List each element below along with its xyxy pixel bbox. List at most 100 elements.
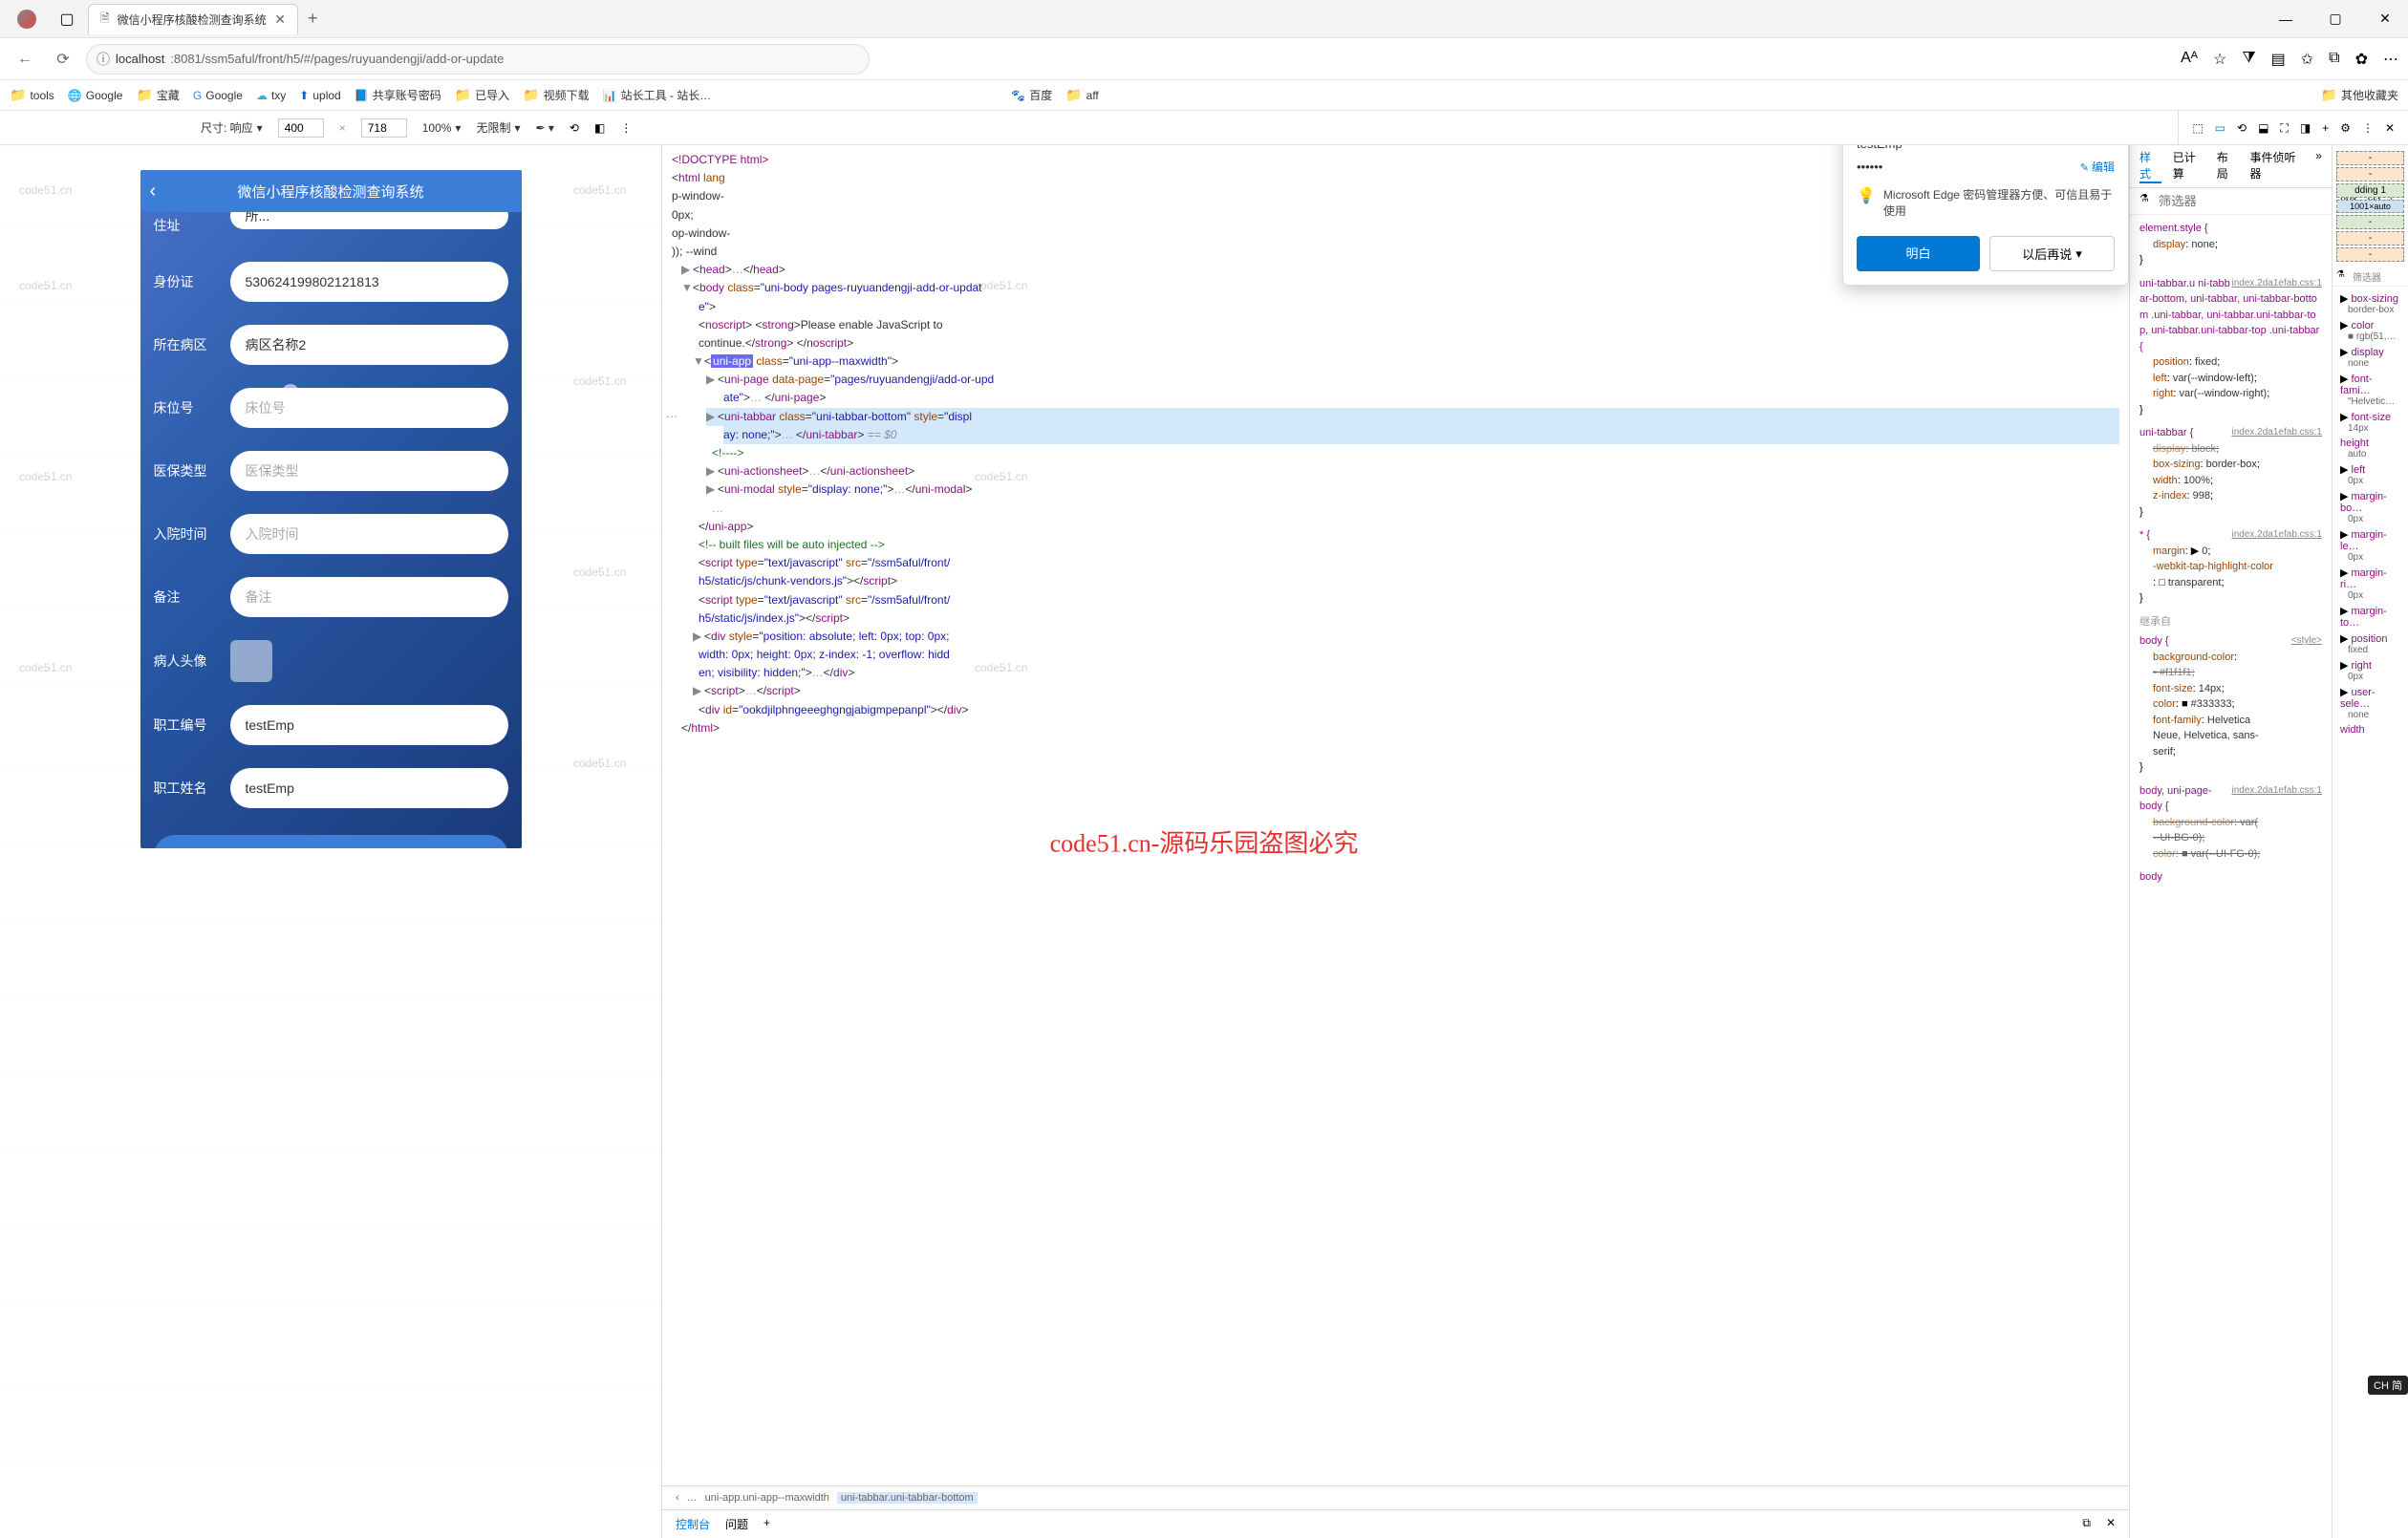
bm-other[interactable]: 📁其他收藏夹 — [2321, 87, 2398, 103]
input-dizhi[interactable]: 所... — [230, 212, 508, 229]
phone-body[interactable]: 住址 所... 身份证 530624199802121813 所在病区 病区名称… — [140, 212, 522, 848]
dt-zoom-dropdown[interactable]: 100% ▾ — [422, 121, 462, 135]
input-yibao[interactable]: 医保类型 — [230, 451, 508, 491]
css-link[interactable]: index.2da1efab.css:1 — [2231, 425, 2322, 439]
input-ruyuan[interactable]: 入院时间 — [230, 514, 508, 554]
bm-zhanzhang[interactable]: 📊站长工具 - 站长… — [603, 87, 712, 103]
styles-tab-computed[interactable]: 已计算 — [2173, 149, 2205, 183]
dt-width-input[interactable] — [278, 118, 324, 138]
toolbar-shopping-icon[interactable]: ✿ — [2355, 50, 2368, 69]
chevron-left-icon[interactable]: ‹ — [150, 181, 157, 203]
dt-welcome-icon[interactable]: ⟲ — [2237, 121, 2247, 135]
browser-tab[interactable]: 🗎 微信小程序核酸检测查询系统 ✕ — [88, 4, 298, 34]
nav-refresh-icon[interactable]: ⟳ — [48, 44, 78, 75]
dt-inspect-icon[interactable]: ⬚ — [2192, 121, 2203, 135]
bm-google2[interactable]: GGoogle — [193, 89, 243, 102]
dt-device-icon[interactable]: ▭ — [2215, 121, 2225, 135]
dt-sources-icon[interactable]: ⛶ — [2280, 121, 2288, 136]
dt-height-input[interactable] — [361, 118, 407, 138]
bm-tools[interactable]: 📁tools — [10, 87, 54, 103]
input-sfz[interactable]: 530624199802121813 — [230, 262, 508, 302]
input-beizhu[interactable]: 备注 — [230, 577, 508, 617]
add-tab-icon[interactable]: + — [763, 1516, 770, 1532]
key-icon: 📘 — [355, 89, 369, 102]
toolbar-collections-icon[interactable]: ▤ — [2271, 50, 2286, 69]
dt-dots-icon[interactable]: ⋮ — [2362, 121, 2374, 135]
funnel-icon[interactable]: ⚗ — [2139, 192, 2149, 210]
styles-filter-input[interactable] — [2157, 192, 2330, 210]
input-bianhao[interactable]: testEmp — [230, 705, 508, 745]
styles-body[interactable]: element.style { display: none;} index.2d… — [2130, 215, 2332, 1538]
computed-pane: - - dding 1 1001×auto - - - ⚗ 筛选器 ▶ box-… — [2332, 145, 2408, 1538]
dt-console-icon[interactable]: ◨ — [2300, 121, 2311, 135]
mobile-preview-pane: ‹ 微信小程序核酸检测查询系统 住址 所... 身份证 530624199802… — [0, 145, 661, 1538]
folder-icon: 📁 — [136, 87, 152, 103]
popup-edit-link[interactable]: ✎ 编辑 — [2080, 159, 2115, 175]
bm-share[interactable]: 📘共享账号密码 — [355, 87, 441, 103]
dt-more-icon[interactable]: ⋮ — [620, 121, 632, 135]
tab-add-button[interactable]: + — [308, 9, 318, 29]
bm-video[interactable]: 📁视频下载 — [523, 87, 589, 103]
bm-uplod[interactable]: ⬆uplod — [299, 89, 340, 102]
toolbar-more-icon[interactable]: ⋯ — [2383, 50, 2398, 69]
styles-tab-layout[interactable]: 布局 — [2217, 149, 2239, 183]
computed-props[interactable]: ▶ box-sizingborder-box ▶ color■ rgb(51,…… — [2333, 287, 2408, 1538]
styles-tab-listeners[interactable]: 事件侦听器 — [2250, 149, 2305, 183]
dt-size-dropdown[interactable]: 尺寸: 响应 ▾ — [201, 119, 263, 136]
bc-item-active[interactable]: uni-tabbar.uni-tabbar-bottom — [837, 1492, 978, 1504]
dom-tree[interactable]: <!DOCTYPE html> <html lang p-window- 0px… — [662, 145, 2129, 1485]
dom-breadcrumb[interactable]: ‹… uni-app.uni-app--maxwidth uni-tabbar.… — [662, 1485, 2129, 1509]
bm-baozang[interactable]: 📁宝藏 — [136, 87, 179, 103]
popup-later-button[interactable]: 以后再说▾ — [1989, 236, 2115, 271]
console-close-icon[interactable]: ✕ — [2106, 1516, 2116, 1532]
input-touxiang[interactable] — [230, 640, 272, 682]
dt-snap-icon[interactable]: ◧ — [594, 121, 605, 135]
bc-prev-icon[interactable]: ‹ — [676, 1492, 679, 1504]
input-bingqu[interactable]: 病区名称2 — [230, 325, 508, 365]
popup-ok-button[interactable]: 明白 — [1857, 236, 1980, 271]
bm-txy[interactable]: ☁txy — [256, 89, 286, 102]
dt-throttle-dropdown[interactable]: 无限制 ▾ — [476, 119, 520, 136]
bc-item[interactable]: uni-app.uni-app--maxwidth — [705, 1492, 829, 1504]
dt-elements-icon[interactable]: ⬓ — [2258, 121, 2268, 135]
input-chuangwei[interactable]: 床位号 — [230, 388, 508, 428]
world-icon: 🌐 — [68, 89, 82, 102]
tab-close-icon[interactable]: ✕ — [274, 11, 286, 28]
toolbar-sidebar-icon[interactable]: ⧉ — [2329, 50, 2339, 69]
profile-icon[interactable] — [17, 10, 36, 29]
dt-ruler-icon[interactable]: ✒ ▾ — [536, 121, 554, 135]
input-xingming[interactable]: testEmp — [230, 768, 508, 808]
addressbar[interactable]: ⓘ localhost:8081/ssm5aful/front/h5/#/pag… — [86, 44, 870, 75]
css-link[interactable]: index.2da1efab.css:1 — [2231, 783, 2322, 798]
nav-back-icon[interactable]: ← — [10, 44, 40, 75]
dt-add-tab-icon[interactable]: + — [2322, 121, 2329, 135]
bm-google1[interactable]: 🌐Google — [68, 89, 123, 102]
cursor-dot-icon — [282, 384, 299, 401]
phone-header: ‹ 微信小程序核酸检测查询系统 — [140, 170, 522, 212]
window-minimize[interactable]: — — [2270, 4, 2301, 34]
bm-baidu[interactable]: 🐾百度 — [1011, 87, 1052, 103]
dt-settings-icon[interactable]: ⚙ — [2340, 121, 2351, 135]
tab-workspace-icon[interactable]: ▢ — [55, 8, 78, 31]
styles-tab-styles[interactable]: 样式 — [2139, 149, 2161, 183]
issues-tab[interactable]: 问题 — [725, 1516, 748, 1532]
toolbar-fav-bar-icon[interactable]: ✩ — [2301, 50, 2313, 69]
url-path: :8081/ssm5aful/front/h5/#/pages/ruyuande… — [170, 52, 504, 66]
window-maximize[interactable]: ▢ — [2320, 4, 2351, 34]
submit-button[interactable]: 提交 — [154, 835, 508, 848]
window-close[interactable]: ✕ — [2370, 4, 2400, 34]
dt-rotate-icon[interactable]: ⟲ — [570, 121, 579, 135]
bm-aff[interactable]: 📁aff — [1065, 87, 1099, 103]
css-link[interactable]: index.2da1efab.css:1 — [2231, 276, 2322, 290]
site-info-icon[interactable]: ⓘ — [97, 50, 110, 69]
toolbar-read-mode-icon[interactable]: Aᴬ — [2181, 50, 2198, 69]
toolbar-favorite-icon[interactable]: ☆ — [2213, 50, 2226, 69]
dt-close-icon[interactable]: ✕ — [2385, 121, 2395, 135]
more-tabs-icon[interactable]: » — [2315, 149, 2322, 183]
funnel-icon[interactable]: ⚗ — [2336, 269, 2345, 284]
console-tab[interactable]: 控制台 — [676, 1516, 710, 1532]
bm-imported[interactable]: 📁已导入 — [455, 87, 509, 103]
toolbar-extensions-icon[interactable]: ⧩ — [2242, 50, 2255, 69]
css-link[interactable]: index.2da1efab.css:1 — [2231, 527, 2322, 542]
console-opt-icon[interactable]: ⧉ — [2082, 1516, 2091, 1532]
